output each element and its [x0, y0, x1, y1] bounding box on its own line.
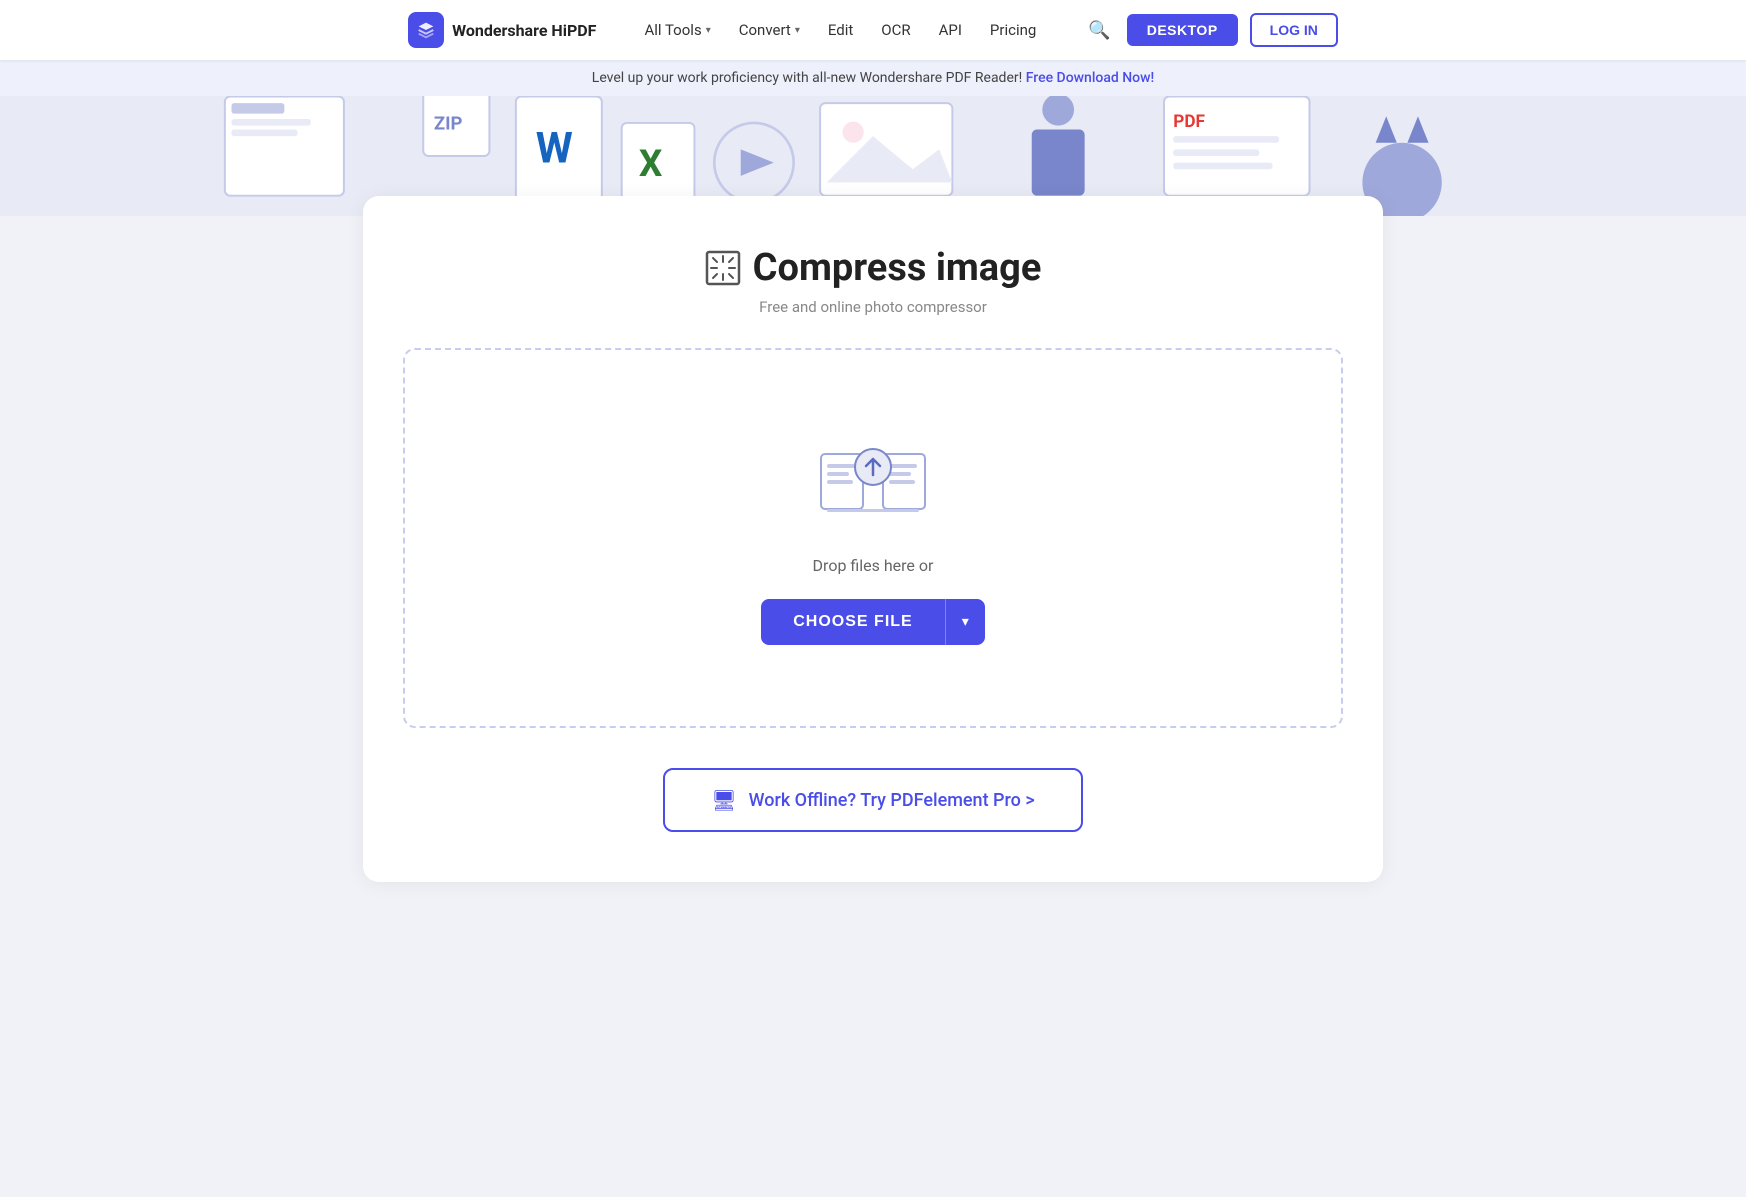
chevron-down-icon: ▾ — [962, 613, 969, 630]
main-content: Compress image Free and online photo com… — [323, 196, 1423, 942]
navbar: Wondershare HiPDF All Tools ▾ Convert ▾ … — [0, 0, 1746, 60]
promo-banner: Level up your work proficiency with all-… — [0, 60, 1746, 96]
nav-edit[interactable]: Edit — [828, 21, 853, 39]
logo[interactable]: Wondershare HiPDF — [408, 12, 596, 48]
logo-text: Wondershare HiPDF — [452, 21, 596, 40]
offline-banner[interactable]: 🖥 Work Offline? Try PDFelement Pro > — [663, 768, 1083, 832]
tool-card: Compress image Free and online photo com… — [363, 196, 1383, 882]
tool-subtitle: Free and online photo compressor — [403, 298, 1343, 316]
tool-title-area: Compress image Free and online photo com… — [403, 246, 1343, 316]
monitor-icon: 🖥 — [711, 788, 736, 812]
svg-text:ZIP: ZIP — [434, 113, 463, 135]
nav-actions: 🔍 DESKTOP LOG IN — [1084, 13, 1338, 47]
nav-convert[interactable]: Convert ▾ — [739, 21, 800, 39]
tool-title: Compress image — [403, 246, 1343, 290]
drop-zone[interactable]: Drop files here or CHOOSE FILE ▾ — [403, 348, 1343, 728]
svg-text:PDF: PDF — [1173, 112, 1205, 132]
nav-ocr[interactable]: OCR — [881, 21, 910, 39]
compress-image-icon — [705, 250, 741, 286]
svg-text:W: W — [536, 125, 573, 174]
nav-all-tools[interactable]: All Tools ▾ — [644, 21, 710, 39]
choose-file-group: CHOOSE FILE ▾ — [761, 599, 984, 645]
desktop-button[interactable]: DESKTOP — [1127, 14, 1238, 46]
nav-links: All Tools ▾ Convert ▾ Edit OCR API Prici… — [644, 21, 1036, 39]
drop-text: Drop files here or — [813, 556, 934, 575]
nav-api[interactable]: API — [939, 21, 962, 39]
choose-file-dropdown-button[interactable]: ▾ — [945, 599, 985, 645]
search-button[interactable]: 🔍 — [1084, 16, 1114, 45]
svg-text:X: X — [639, 143, 663, 186]
convert-chevron-icon: ▾ — [795, 25, 800, 36]
upload-icon — [813, 432, 933, 532]
download-link[interactable]: Free Download Now! — [1026, 70, 1155, 86]
logo-icon — [408, 12, 444, 48]
login-button[interactable]: LOG IN — [1250, 13, 1338, 47]
offline-text: Work Offline? Try PDFelement Pro > — [749, 790, 1035, 811]
nav-pricing[interactable]: Pricing — [990, 21, 1036, 39]
all-tools-chevron-icon: ▾ — [706, 25, 711, 36]
choose-file-button[interactable]: CHOOSE FILE — [761, 599, 944, 645]
